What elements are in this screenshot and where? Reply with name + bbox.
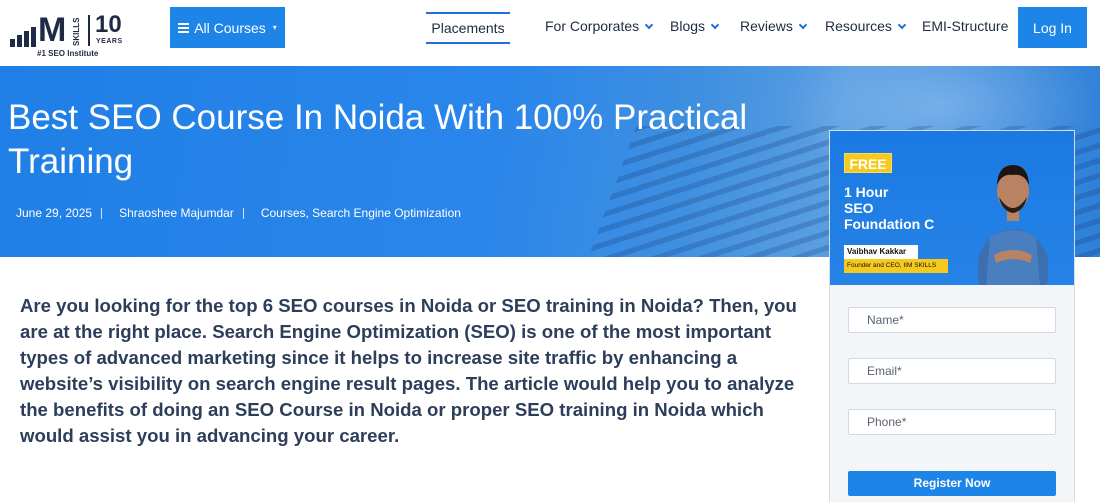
nav-item-label: For Corporates <box>545 18 640 34</box>
hamburger-menu-icon <box>178 23 190 33</box>
banner-line-1: 1 Hour <box>844 184 889 200</box>
nav-item-label: Resources <box>825 18 892 34</box>
iim-skills-logo[interactable]: M SKILLS 10 YEARS #1 SEO Institute <box>10 13 135 58</box>
post-meta: June 29, 2025 Shraoshee Majumdar Courses… <box>16 206 461 220</box>
site-header: M SKILLS 10 YEARS #1 SEO Institute All C… <box>0 0 1100 66</box>
speaker-photo <box>978 165 1048 285</box>
post-author[interactable]: Shraoshee Majumdar <box>119 206 234 220</box>
logo-years-label: YEARS <box>96 38 123 45</box>
nav-item-emi-structure[interactable]: EMI-Structure <box>922 18 1008 34</box>
post-date[interactable]: June 29, 2025 <box>16 206 92 220</box>
login-button[interactable]: Log In <box>1018 7 1087 48</box>
post-categories[interactable]: Courses, Search Engine Optimization <box>261 206 461 220</box>
banner-line-2: SEO <box>844 200 874 216</box>
register-now-button[interactable]: Register Now <box>848 471 1056 496</box>
email-field[interactable]: Email* <box>848 358 1056 384</box>
chevron-down-icon <box>897 20 907 29</box>
nav-item-label: Reviews <box>740 18 793 34</box>
nav-item-reviews[interactable]: Reviews <box>740 18 808 34</box>
free-badge: FREE <box>844 153 892 173</box>
chevron-down-icon <box>710 20 720 29</box>
nav-item-label: Blogs <box>670 18 706 34</box>
webinar-banner[interactable]: FREE 1 Hour SEO Foundation C Vaibhav Kak… <box>830 131 1074 285</box>
meta-divider <box>101 207 103 219</box>
logo-years-number: 10 <box>95 11 122 38</box>
nav-item-blogs[interactable]: Blogs <box>670 18 720 34</box>
nav-item-label: EMI-Structure <box>922 18 1009 34</box>
nav-item-placements[interactable]: Placements <box>426 12 510 44</box>
nav-item-label: Placements <box>431 20 505 36</box>
phone-field[interactable]: Phone* <box>848 409 1056 435</box>
name-field[interactable]: Name* <box>848 307 1056 333</box>
speaker-role: Founder and CEO, IIM SKILLS <box>844 259 948 273</box>
meta-divider <box>242 207 244 219</box>
chevron-down-icon <box>644 20 654 29</box>
registration-sidebar: FREE 1 Hour SEO Foundation C Vaibhav Kak… <box>829 130 1075 502</box>
logo-skills-text: SKILLS <box>72 17 81 46</box>
intro-paragraph: Are you looking for the top 6 SEO course… <box>20 295 797 446</box>
speaker-name: Vaibhav Kakkar <box>844 245 918 259</box>
page-title: Best SEO Course In Noida With 100% Pract… <box>8 98 748 181</box>
nav-item-resources[interactable]: Resources <box>825 18 907 34</box>
nav-item-for-corporates[interactable]: For Corporates <box>545 18 654 34</box>
logo-tagline: #1 SEO Institute <box>37 49 99 58</box>
all-courses-label: All Courses <box>194 19 266 36</box>
logo-letter: M <box>38 11 66 49</box>
banner-line-3: Foundation C <box>844 216 935 232</box>
chevron-down-icon <box>798 20 808 29</box>
logo-divider <box>88 15 90 46</box>
chevron-down-icon: ▾ <box>272 23 277 32</box>
all-courses-button[interactable]: All Courses ▾ <box>170 7 285 48</box>
